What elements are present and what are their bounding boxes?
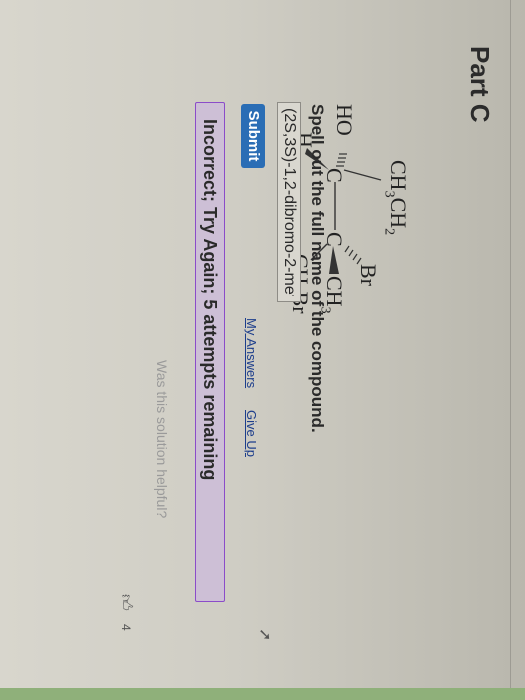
cursor-icon: ➚ [256, 628, 273, 642]
answer-input[interactable] [277, 102, 301, 302]
side-panel-edge [0, 688, 525, 700]
feedback-banner: Incorrect; Try Again; 5 attempts remaini… [195, 102, 225, 602]
question-prompt: Spell out the full name of the compound. [308, 104, 327, 433]
bromine-label: Br [356, 264, 381, 286]
hydroxyl-label: HO [332, 104, 357, 136]
helpful-prompt: Was this solution helpful? [154, 360, 170, 519]
ethyl-group: CH3CH2 [381, 160, 411, 236]
part-title: Part C [465, 46, 495, 123]
thumbs-up-count: 4 [119, 624, 133, 631]
my-answers-link[interactable]: My Answers [244, 318, 259, 388]
thumbs-up-icon[interactable]: 👍︎ [116, 594, 135, 611]
screen: Part C CH3CH2 HO H C C Br CH3 Br Spell o… [0, 0, 525, 700]
molecule-structure: CH3CH2 HO H C C Br CH3 CH2Br [284, 104, 425, 354]
feedback-text: Incorrect; Try Again; 5 attempts remaini… [200, 119, 220, 481]
give-up-link[interactable]: Give Up [244, 410, 259, 457]
submit-button[interactable]: Submit [241, 104, 265, 168]
header-divider [510, 0, 511, 700]
